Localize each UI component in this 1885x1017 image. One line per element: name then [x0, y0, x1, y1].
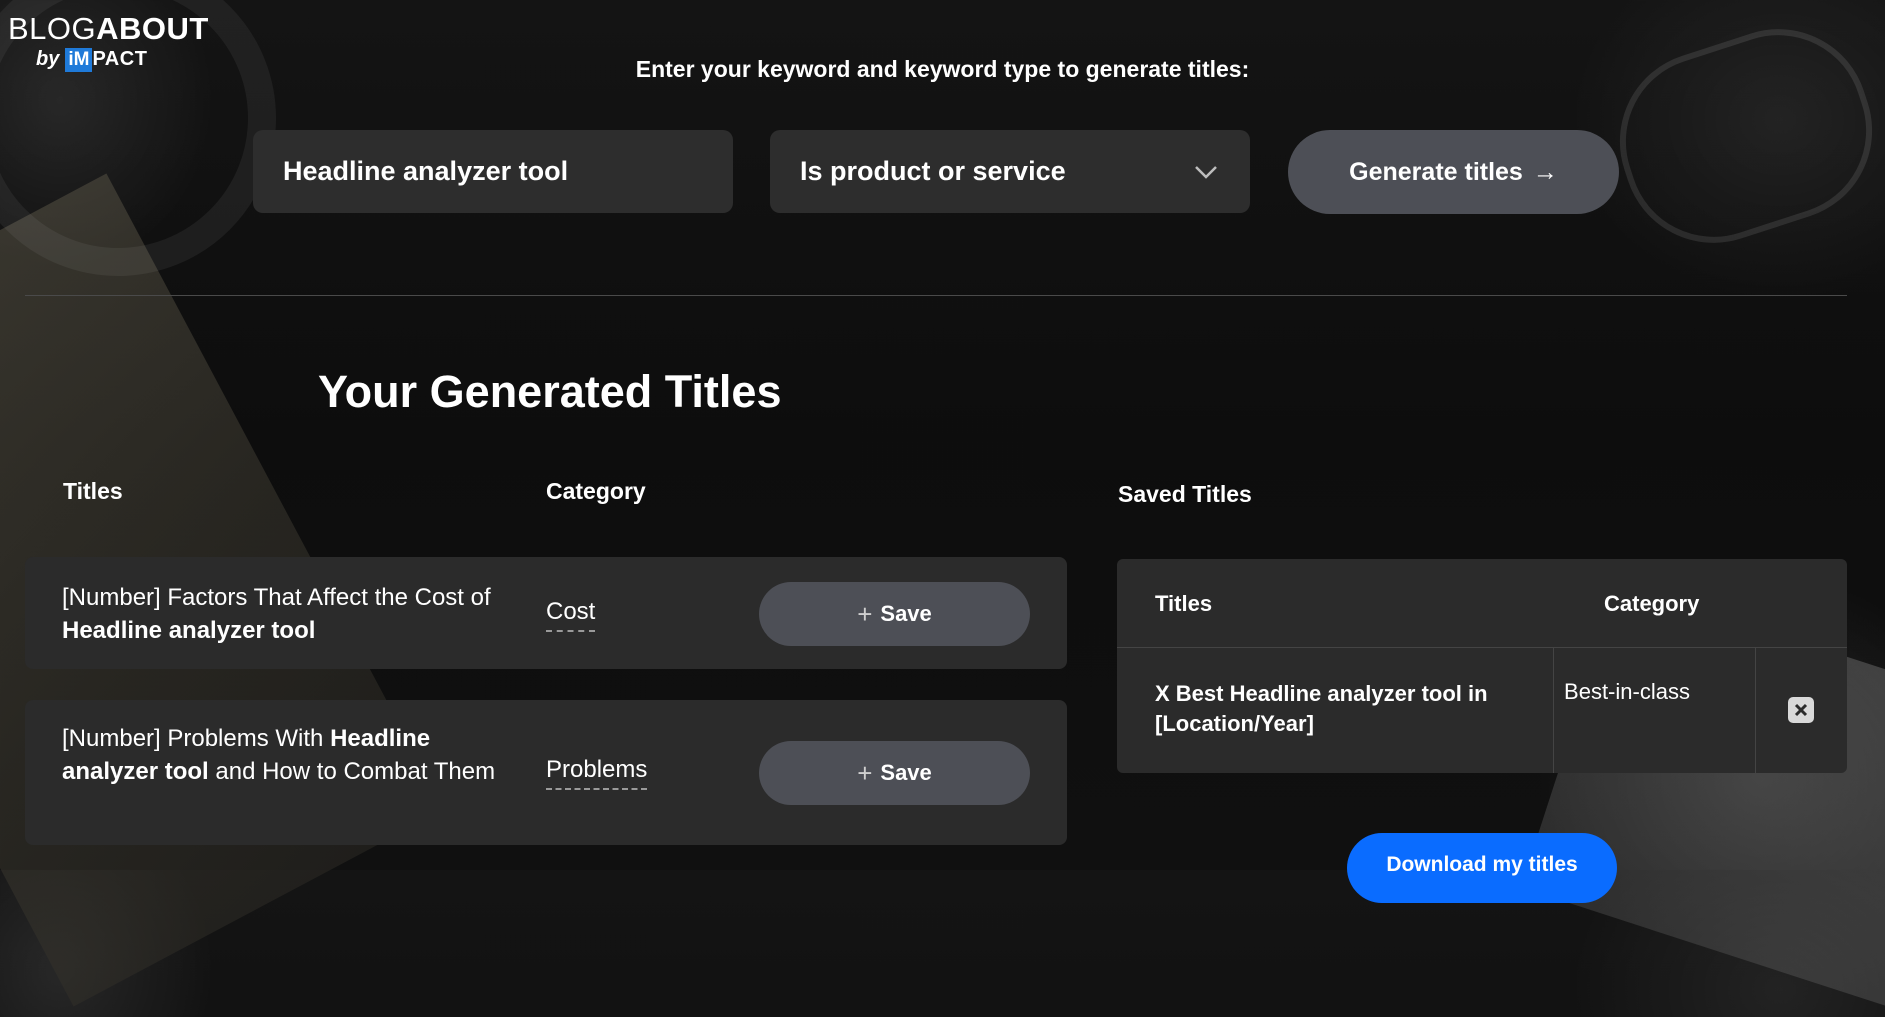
keyword-input[interactable] [253, 130, 733, 213]
saved-title-text: X Best Headline analyzer tool in [Locati… [1155, 679, 1515, 739]
generate-titles-button[interactable]: Generate titles → [1288, 130, 1619, 214]
generated-title-text: [Number] Problems With Headline analyzer… [62, 722, 502, 788]
save-label: Save [880, 760, 932, 785]
title-text-before: [Number] Problems With [62, 725, 331, 752]
keyword-type-select[interactable]: Is product or service [770, 130, 1250, 213]
saved-titles-heading: Saved Titles [1118, 481, 1252, 507]
saved-category-column-header: Category [1604, 591, 1700, 616]
title-keyword: Headline analyzer tool [62, 617, 316, 644]
arrow-right-icon: → [1532, 157, 1558, 186]
chevron-down-icon [1192, 158, 1220, 186]
logo-about-text: ABOUT [96, 11, 209, 46]
column-divider [1755, 647, 1756, 773]
saved-table-header: Titles Category [1117, 559, 1847, 648]
category-label[interactable]: Problems [546, 756, 648, 790]
title-text-after: and How to Combat Them [208, 758, 496, 785]
titles-column-header: Titles [63, 478, 123, 504]
download-titles-button[interactable]: Download my titles [1347, 833, 1617, 903]
generated-title-row: [Number] Factors That Affect the Cost of… [25, 557, 1067, 669]
download-titles-label: Download my titles [1386, 853, 1578, 876]
plus-icon: + [857, 757, 873, 788]
background-clip [1596, 5, 1885, 267]
generated-title-text: [Number] Factors That Affect the Cost of… [62, 581, 502, 647]
generate-titles-label: Generate titles [1349, 157, 1523, 186]
category-label[interactable]: Cost [546, 598, 596, 632]
save-button[interactable]: + Save [759, 741, 1030, 805]
save-label: Save [880, 601, 932, 626]
saved-title-before: X Best [1155, 681, 1230, 706]
logo-wordmark: BLOGABOUT [8, 12, 209, 46]
saved-title-keyword: Headline analyzer tool [1229, 681, 1462, 706]
blogabout-logo[interactable]: BLOGABOUT [8, 12, 209, 46]
logo-blog-text: BLOG [8, 11, 97, 46]
column-divider [1553, 647, 1554, 773]
generated-title-row: [Number] Problems With Headline analyzer… [25, 700, 1067, 845]
instructions-text: Enter your keyword and keyword type to g… [635, 56, 1250, 82]
save-button[interactable]: + Save [759, 582, 1030, 646]
close-icon [1794, 703, 1808, 717]
title-text-before: [Number] Factors That Affect the Cost of [62, 584, 491, 611]
divider [25, 295, 1847, 296]
category-column-header: Category [546, 478, 646, 504]
remove-saved-title-button[interactable] [1788, 697, 1814, 723]
section-title: Your Generated Titles [318, 366, 782, 417]
keyword-type-value: Is product or service [800, 156, 1066, 186]
saved-titles-table: Titles Category X Best Headline analyzer… [1117, 559, 1847, 773]
saved-titles-column-header: Titles [1155, 591, 1213, 616]
plus-icon: + [857, 598, 873, 629]
saved-category-text: Best-in-class [1564, 679, 1690, 704]
